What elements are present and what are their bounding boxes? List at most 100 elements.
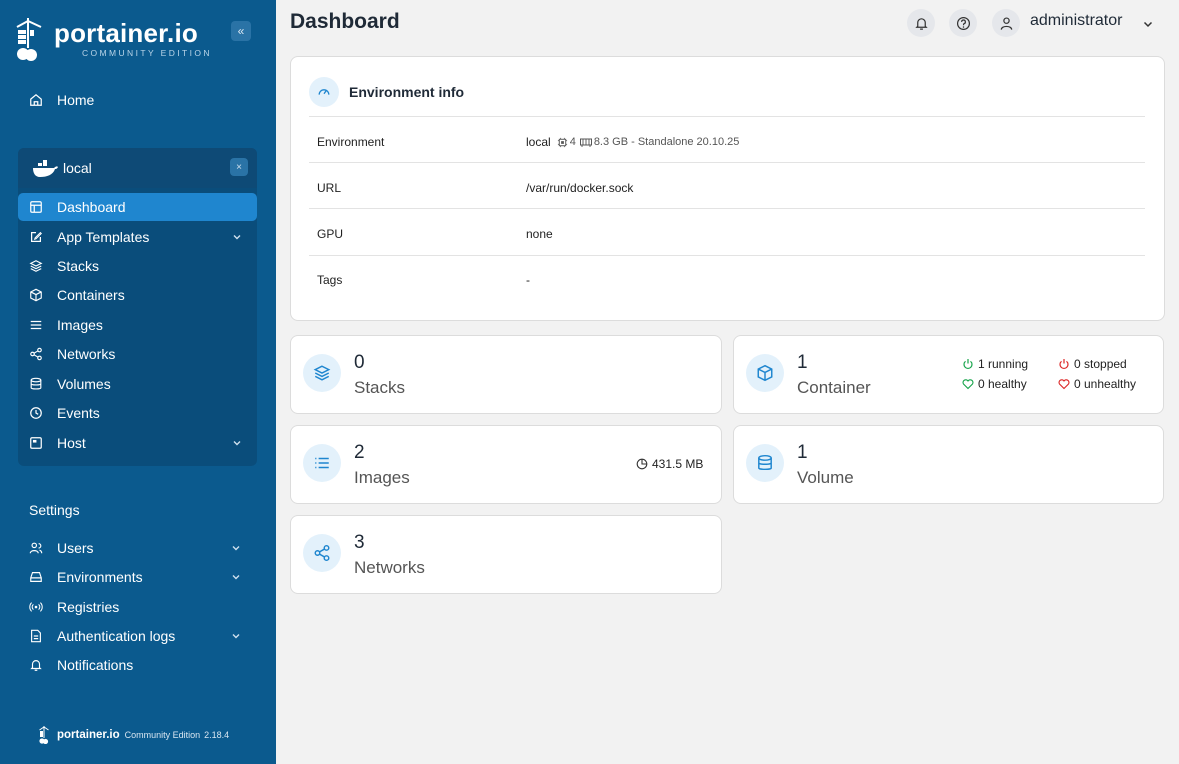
sidebar-item-users[interactable]: Users [18,534,256,562]
env-row-label: Environment [317,135,385,149]
box-icon [29,288,43,302]
sidebar-item-containers[interactable]: Containers [18,281,257,309]
sidebar-item-dashboard[interactable]: Dashboard [18,193,257,221]
user-menu-name[interactable]: administrator [1030,12,1122,30]
docker-icon [33,160,58,177]
database-icon [29,377,43,391]
images-size-value: 431.5 MB [652,457,704,471]
env-row-value: /var/run/docker.sock [526,181,634,195]
dashboard-icon [29,200,43,214]
networks-card[interactable]: 3 Networks [290,515,722,594]
settings-section-label: Settings [29,502,80,518]
help-button[interactable] [949,9,977,37]
containers-card[interactable]: 1 Container 1 running 0 stopped 0 health… [733,335,1164,414]
sidebar-item-host[interactable]: Host [18,429,257,457]
server-icon [29,436,43,450]
chevron-down-icon[interactable] [1142,18,1154,30]
memory-icon [579,138,592,147]
cpu-icon [557,137,567,147]
sidebar-item-events[interactable]: Events [18,399,257,427]
environment-info-card: Environment info Environment local 4 8.3… [290,56,1165,321]
power-icon [963,359,973,370]
sidebar-item-label: Volumes [57,376,111,392]
user-icon [1000,16,1012,30]
footer-version: 2.18.4 [204,730,230,740]
sidebar-item-label: Containers [57,287,125,303]
share-icon [29,347,43,361]
list-icon [303,444,341,482]
notifications-button[interactable] [907,9,935,37]
sidebar-item-label: Users [57,540,94,556]
sidebar-item-label: Networks [57,346,116,362]
unhealthy-status: 0 unhealthy [1058,377,1136,391]
stacks-card[interactable]: 0 Stacks [290,335,722,414]
sidebar-item-label: Notifications [57,657,134,673]
sidebar: portainer.io COMMUNITY EDITION « Home lo… [0,0,276,764]
healthy-count: 0 healthy [978,377,1027,391]
images-card[interactable]: 2 Images 431.5 MB [290,425,722,504]
sidebar-item-label: Environments [57,569,143,585]
environment-resources: 4 8.3 GB - Standalone 20.10.25 [557,136,740,148]
env-row-label: URL [317,181,342,195]
environment-close-button[interactable]: × [230,158,248,176]
file-icon [29,629,43,643]
divider [309,116,1145,117]
sidebar-item-label: Host [57,435,86,451]
unhealthy-count: 0 unhealthy [1074,377,1137,391]
images-size: 431.5 MB [636,457,703,471]
hdd-icon [29,570,43,584]
memory-and-version: 8.3 GB - Standalone 20.10.25 [593,136,740,148]
containers-count: 1 [797,352,808,373]
brand[interactable]: portainer.io COMMUNITY EDITION [16,18,212,62]
env-row-value: local 4 8.3 GB - Standalone 20.10.25 [526,135,739,149]
share-icon [303,534,341,572]
collapse-sidebar-button[interactable]: « [231,21,251,41]
volumes-count: 1 [797,442,808,463]
sidebar-item-stacks[interactable]: Stacks [18,252,257,280]
sidebar-item-images[interactable]: Images [18,311,257,339]
pie-chart-icon [636,458,648,470]
sidebar-item-app-templates[interactable]: App Templates [18,223,257,251]
chevron-down-icon [232,546,240,551]
environment-name-value: local [526,135,551,149]
divider [309,255,1145,256]
page-title: Dashboard [290,10,400,33]
sidebar-item-networks[interactable]: Networks [18,340,257,368]
running-count: 1 running [978,357,1029,371]
volumes-label: Volume [797,468,854,487]
divider [309,162,1145,163]
images-label: Images [354,468,410,487]
sidebar-item-registries[interactable]: Registries [18,593,256,621]
env-row-label: Tags [317,273,343,287]
sidebar-item-label: Images [57,317,103,333]
box-icon [746,354,784,392]
sidebar-item-environments[interactable]: Environments [18,563,256,591]
help-icon [956,16,970,30]
images-count: 2 [354,442,365,463]
running-status: 1 running [962,357,1028,371]
bell-icon [29,658,43,672]
environment-header: local × [18,148,257,188]
sidebar-item-authentication-logs[interactable]: Authentication logs [18,622,256,650]
environment-panel: local × Dashboard App Templates Stacks C… [18,148,257,466]
sidebar-item-volumes[interactable]: Volumes [18,370,257,398]
user-menu-avatar[interactable] [992,9,1020,37]
sidebar-item-notifications[interactable]: Notifications [18,651,256,679]
radio-icon [29,600,43,614]
sidebar-item-label: Events [57,405,100,421]
heart-icon [962,379,974,390]
users-icon [29,541,43,555]
bell-icon [914,17,928,30]
layers-icon [303,354,341,392]
sidebar-item-label: Home [57,92,95,108]
containers-label: Container [797,378,871,397]
power-icon [1059,359,1069,370]
volumes-card[interactable]: 1 Volume [733,425,1164,504]
chevron-down-icon [232,575,240,580]
divider [309,208,1145,209]
sidebar-item-label: App Templates [57,229,150,245]
database-icon [746,444,784,482]
sidebar-item-home[interactable]: Home [18,86,256,114]
footer-edition: Community Edition [124,730,201,740]
chevron-down-icon [233,441,241,446]
